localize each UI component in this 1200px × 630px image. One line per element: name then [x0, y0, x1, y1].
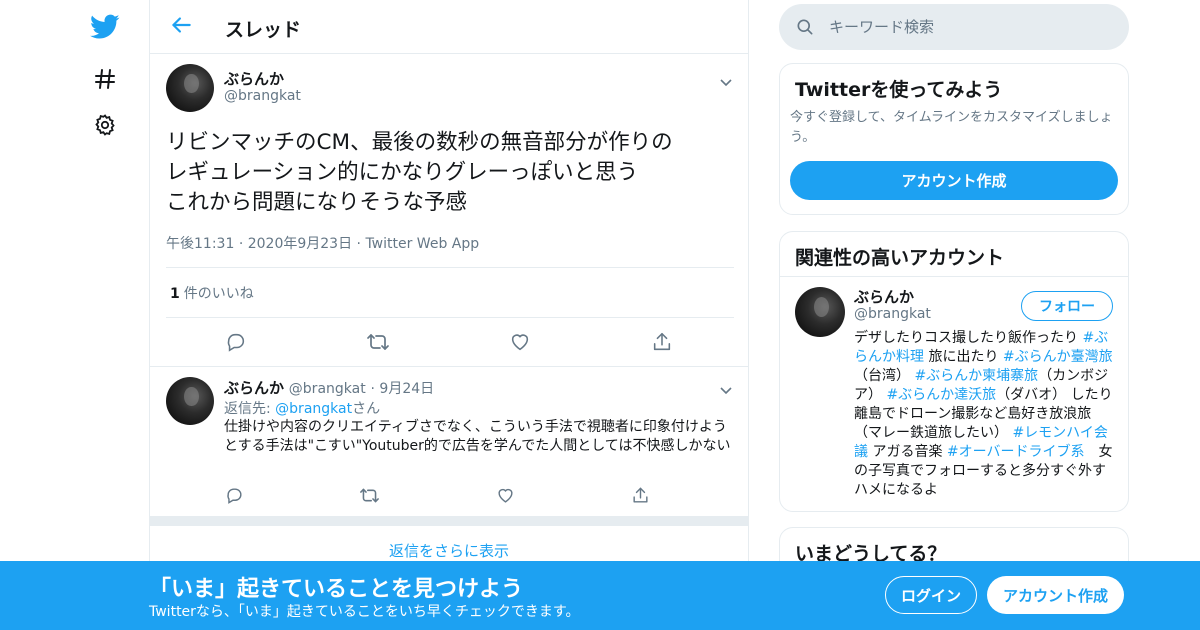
tweet-text: リビンマッチのCM、最後の数秒の無音部分が作りの レギュレーション的にかなりグレ… [166, 130, 673, 215]
meta-separator: · [238, 236, 248, 252]
likes-stat[interactable]: 1 件のいいね [170, 283, 254, 303]
related-account-name[interactable]: ぶらんか [854, 286, 914, 307]
reply-author-line[interactable]: ぶらんか @brangkat · 9月24日 [224, 377, 434, 398]
like-heart-icon[interactable] [493, 483, 517, 507]
login-button[interactable]: ログイン [885, 576, 977, 614]
reply-text: 仕掛けや内容のクリエイティブさでなく、こういう手法で視聴者に印象付けようとする手… [224, 419, 731, 454]
hashtag-link[interactable]: #ぶらんか臺灣旅 [1003, 349, 1113, 365]
thread-header: スレッド [150, 0, 748, 54]
like-heart-icon[interactable] [508, 330, 532, 354]
related-account-bio: デザしたりコス撮したり飯作ったり #ぶらんか料理 旅に出たり #ぶらんか臺灣旅（… [854, 329, 1116, 500]
search-input[interactable] [829, 4, 1119, 50]
main-column: スレッド ぶらんか @brangkat リビンマッチのCM、最後の数秒の無音部分… [149, 0, 749, 630]
related-accounts-card: 関連性の高いアカウント ぶらんか @brangkat フォロー デザしたりコス撮… [779, 231, 1129, 512]
related-account-handle[interactable]: @brangkat [854, 306, 931, 322]
banner-subtitle: Twitterなら、「いま」起きていることをいち早くチェックできます。 [149, 604, 580, 620]
settings-gear-icon[interactable] [90, 110, 120, 140]
create-account-button[interactable]: アカウント作成 [790, 161, 1118, 200]
share-icon[interactable] [628, 483, 652, 507]
divider [150, 366, 748, 367]
like-count: 1 [170, 286, 180, 302]
retweet-icon[interactable] [357, 483, 381, 507]
avatar[interactable] [166, 64, 214, 112]
reply-icon[interactable] [224, 330, 248, 354]
back-arrow-icon[interactable] [168, 12, 194, 38]
page-title: スレッド [225, 19, 302, 41]
author-name: ぶらんか [224, 379, 285, 397]
related-card-title: 関連性の高いアカウント [795, 247, 1005, 269]
like-label: 件のいいね [183, 286, 254, 302]
search-box [779, 4, 1129, 50]
show-more-replies-link[interactable]: 返信をさらに表示 [150, 540, 748, 561]
signup-banner: 「いま」起きていることを見つけよう Twitterなら、「いま」起きていることを… [0, 561, 1200, 630]
hashtag-link[interactable]: #ぶらんか達沃旅 [886, 387, 996, 403]
author-name[interactable]: ぶらんか [224, 68, 284, 89]
reply-to-handle-link[interactable]: @brangkat [275, 401, 352, 417]
twitter-bird-icon[interactable] [90, 12, 120, 42]
avatar[interactable] [166, 377, 214, 425]
section-separator [150, 516, 748, 526]
bio-text: 旅に出たり [924, 349, 1003, 365]
author-handle: @brangkat [288, 381, 366, 397]
bio-text: （台湾） [854, 368, 915, 384]
divider [166, 317, 734, 318]
reply-to-prefix: 返信先: [224, 401, 276, 417]
divider [166, 267, 734, 268]
avatar[interactable] [795, 287, 845, 337]
signup-card-description: 今すぐ登録して、タイムラインをカスタマイズしましょう。 [790, 110, 1113, 145]
signup-card: Twitterを使ってみよう 今すぐ登録して、タイムラインをカスタマイズしましょ… [779, 63, 1129, 215]
bio-text: デザしたりコス撮したり飯作ったり [854, 330, 1083, 346]
reply-to-line: 返信先: @brangkatさん [224, 398, 380, 418]
signup-card-title: Twitterを使ってみよう [795, 79, 1003, 101]
tweet-time[interactable]: 午後11:31 [166, 236, 234, 252]
bio-text: アガる音楽 [868, 444, 947, 460]
reply-to-suffix: さん [352, 401, 381, 417]
chevron-down-icon[interactable] [719, 72, 733, 87]
tweet-meta: 午後11:31 · 2020年9月23日 · Twitter Web App [166, 233, 479, 253]
retweet-icon[interactable] [366, 330, 390, 354]
chevron-down-icon[interactable] [719, 380, 733, 395]
reply-date: 9月24日 [379, 381, 435, 397]
follow-button[interactable]: フォロー [1021, 291, 1113, 321]
banner-title: 「いま」起きていることを見つけよう [149, 577, 524, 602]
share-icon[interactable] [650, 330, 674, 354]
hashtag-link[interactable]: #ぶらんか柬埔寨旅 [914, 368, 1038, 384]
hashtag-link[interactable]: #オーバードライブ系 [947, 444, 1085, 460]
author-handle[interactable]: @brangkat [224, 88, 301, 104]
tweet-source: Twitter Web App [365, 236, 480, 252]
tweet-date[interactable]: 2020年9月23日 [248, 236, 352, 252]
hashtag-icon[interactable] [90, 64, 120, 94]
divider [780, 276, 1128, 277]
reply-icon[interactable] [222, 483, 246, 507]
search-icon [795, 17, 815, 37]
banner-create-account-button[interactable]: アカウント作成 [987, 576, 1124, 614]
